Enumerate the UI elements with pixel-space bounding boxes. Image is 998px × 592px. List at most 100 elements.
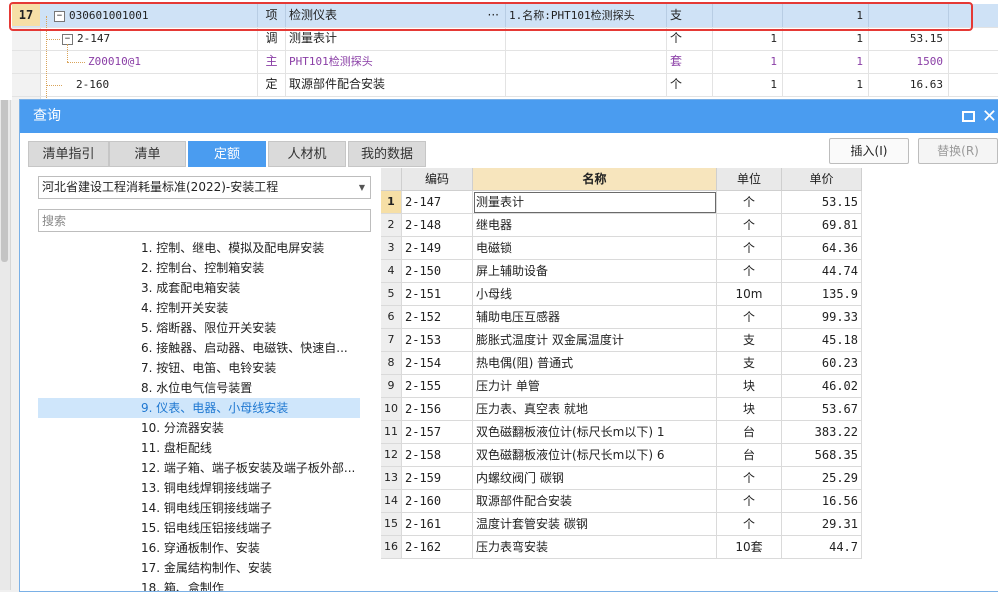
bill-price[interactable]: 16.63 xyxy=(869,73,949,96)
tree-item[interactable]: 18. 箱、盒制作 xyxy=(38,578,360,591)
quota-price[interactable]: 44.7 xyxy=(782,536,862,559)
search-input[interactable] xyxy=(38,209,371,232)
table-row[interactable]: 13 2-159 内螺纹阀门 碳钢个 25.29 xyxy=(381,467,862,490)
table-row[interactable]: 7 2-153 膨胀式温度计 双金属温度计支 45.18 xyxy=(381,329,862,352)
quota-code[interactable]: 2-153 xyxy=(402,329,473,352)
quota-code[interactable]: 2-152 xyxy=(402,306,473,329)
quota-code[interactable]: 2-161 xyxy=(402,513,473,536)
tree-item[interactable]: 11. 盘柜配线 xyxy=(38,438,360,458)
quota-code[interactable]: 2-155 xyxy=(402,375,473,398)
quota-price[interactable]: 64.36 xyxy=(782,237,862,260)
table-row[interactable]: 4 2-150 屏上辅助设备个 44.74 xyxy=(381,260,862,283)
insert-button[interactable]: 插入(I) xyxy=(829,138,909,164)
quota-code[interactable]: 2-148 xyxy=(402,214,473,237)
tree-item[interactable]: 3. 成套配电箱安装 xyxy=(38,278,360,298)
quota-unit[interactable]: 个 xyxy=(717,467,782,490)
quota-price[interactable]: 16.56 xyxy=(782,490,862,513)
table-row[interactable]: 6 2-152 辅助电压互感器个 99.33 xyxy=(381,306,862,329)
quota-code[interactable]: 2-162 xyxy=(402,536,473,559)
tree-item[interactable]: 2. 控制台、控制箱安装 xyxy=(38,258,360,278)
quota-unit[interactable]: 台 xyxy=(717,444,782,467)
tree-item[interactable]: 6. 接触器、启动器、电磁铁、快速自... xyxy=(38,338,360,358)
quota-price[interactable]: 69.81 xyxy=(782,214,862,237)
table-row[interactable]: 12 2-158 双色磁翻板液位计(标尺长m以下) 6 台 568.35 xyxy=(381,444,862,467)
library-select[interactable]: 河北省建设工程消耗量标准(2022)-安装工程 ▼ xyxy=(38,176,371,199)
bill-unit[interactable]: 套 xyxy=(667,50,713,73)
header-name[interactable]: 名称 xyxy=(473,168,717,191)
table-row[interactable]: 9 2-155 压力计 单管块 46.02 xyxy=(381,375,862,398)
quota-unit[interactable]: 块 xyxy=(717,375,782,398)
table-row[interactable]: 3 2-149 电磁锁个 64.36 xyxy=(381,237,862,260)
quota-price[interactable]: 46.02 xyxy=(782,375,862,398)
quota-price[interactable]: 44.74 xyxy=(782,260,862,283)
table-row[interactable]: 8 2-154 热电偶(阻) 普通式支 60.23 xyxy=(381,352,862,375)
table-row[interactable]: 15 2-161 温度计套管安装 碳钢个 29.31 xyxy=(381,513,862,536)
quota-price[interactable]: 568.35 xyxy=(782,444,862,467)
quota-price[interactable]: 53.15 xyxy=(782,191,862,214)
quota-name[interactable]: 双色磁翻板液位计(标尺长m以下) 1 xyxy=(473,421,717,444)
table-row[interactable]: 10 2-156 压力表、真空表 就地块 53.67 xyxy=(381,398,862,421)
tree-item[interactable]: 9. 仪表、电器、小母线安装 xyxy=(38,398,360,418)
quota-price[interactable]: 60.23 xyxy=(782,352,862,375)
quota-name[interactable]: 小母线 xyxy=(473,283,717,306)
quota-code[interactable]: 2-149 xyxy=(402,237,473,260)
quota-unit[interactable]: 个 xyxy=(717,214,782,237)
quota-code[interactable]: 2-158 xyxy=(402,444,473,467)
bill-type[interactable]: 定 xyxy=(258,73,286,96)
header-code[interactable]: 编码 xyxy=(402,168,473,191)
close-icon[interactable]: ✕ xyxy=(982,100,997,133)
quota-unit[interactable]: 个 xyxy=(717,237,782,260)
table-row[interactable]: 5 2-151 小母线 10m 135.9 xyxy=(381,283,862,306)
quota-price[interactable]: 99.33 xyxy=(782,306,862,329)
quota-price[interactable]: 45.18 xyxy=(782,329,862,352)
tab-quota[interactable]: 定额 xyxy=(188,141,266,167)
tree-item[interactable]: 4. 控制开关安装 xyxy=(38,298,360,318)
tree-item[interactable]: 13. 铜电线焊铜接线端子 xyxy=(38,478,360,498)
quota-unit[interactable]: 个 xyxy=(717,191,782,214)
quota-code[interactable]: 2-150 xyxy=(402,260,473,283)
quota-name[interactable]: 压力表、真空表 就地 xyxy=(473,398,717,421)
maximize-icon[interactable] xyxy=(962,111,975,122)
tree-item[interactable]: 7. 按钮、电笛、电铃安装 xyxy=(38,358,360,378)
quota-name[interactable]: 继电器 xyxy=(473,214,717,237)
quota-unit[interactable]: 个 xyxy=(717,490,782,513)
quota-price[interactable]: 53.67 xyxy=(782,398,862,421)
quota-name[interactable]: 温度计套管安装 碳钢 xyxy=(473,513,717,536)
quota-unit[interactable]: 10套 xyxy=(717,536,782,559)
tree-item[interactable]: 17. 金属结构制作、安装 xyxy=(38,558,360,578)
bill-unit[interactable]: 个 xyxy=(667,73,713,96)
quota-name[interactable]: 压力表弯安装 xyxy=(473,536,717,559)
dialog-titlebar[interactable]: 查询 ✕ xyxy=(20,100,998,133)
quota-unit[interactable]: 10m xyxy=(717,283,782,306)
quota-price[interactable]: 29.31 xyxy=(782,513,862,536)
quota-price[interactable]: 383.22 xyxy=(782,421,862,444)
quota-code[interactable]: 2-157 xyxy=(402,421,473,444)
quota-name[interactable]: 压力计 单管 xyxy=(473,375,717,398)
tree-item[interactable]: 15. 铝电线压铝接线端子 xyxy=(38,518,360,538)
quota-unit[interactable]: 块 xyxy=(717,398,782,421)
quota-name[interactable]: 热电偶(阻) 普通式 xyxy=(473,352,717,375)
bill-price[interactable]: 1500 xyxy=(869,50,949,73)
quota-code[interactable]: 2-159 xyxy=(402,467,473,490)
quota-code[interactable]: 2-156 xyxy=(402,398,473,421)
quota-name[interactable]: 电磁锁 xyxy=(473,237,717,260)
quota-unit[interactable]: 个 xyxy=(717,513,782,536)
quota-name[interactable]: 屏上辅助设备 xyxy=(473,260,717,283)
table-row[interactable]: 2 2-148 继电器个 69.81 xyxy=(381,214,862,237)
bill-name[interactable]: 取源部件配合安装 xyxy=(286,73,506,96)
bill-row-main-material[interactable]: Z00010@1 主 PHT101检测探头 套 1 1 1500 xyxy=(12,50,998,74)
table-row[interactable]: 14 2-160 取源部件配合安装个 16.56 xyxy=(381,490,862,513)
quota-unit[interactable]: 台 xyxy=(717,421,782,444)
quota-name[interactable]: 辅助电压互感器 xyxy=(473,306,717,329)
tree-item[interactable]: 16. 穿通板制作、安装 xyxy=(38,538,360,558)
bill-name[interactable]: PHT101检测探头 xyxy=(286,50,506,73)
table-row[interactable]: 1 2-147 测量表计个 53.15 xyxy=(381,191,862,214)
bill-qty2[interactable]: 1 xyxy=(783,50,869,73)
replace-button[interactable]: 替换(R) xyxy=(918,138,998,164)
quota-name[interactable]: 双色磁翻板液位计(标尺长m以下) 6 xyxy=(473,444,717,467)
tree-item[interactable]: 1. 控制、继电、模拟及配电屏安装 xyxy=(38,238,360,258)
quota-unit[interactable]: 支 xyxy=(717,352,782,375)
bill-code[interactable]: 2-160 xyxy=(40,73,258,96)
bill-type[interactable]: 主 xyxy=(258,50,286,73)
bill-feature[interactable] xyxy=(506,73,667,96)
